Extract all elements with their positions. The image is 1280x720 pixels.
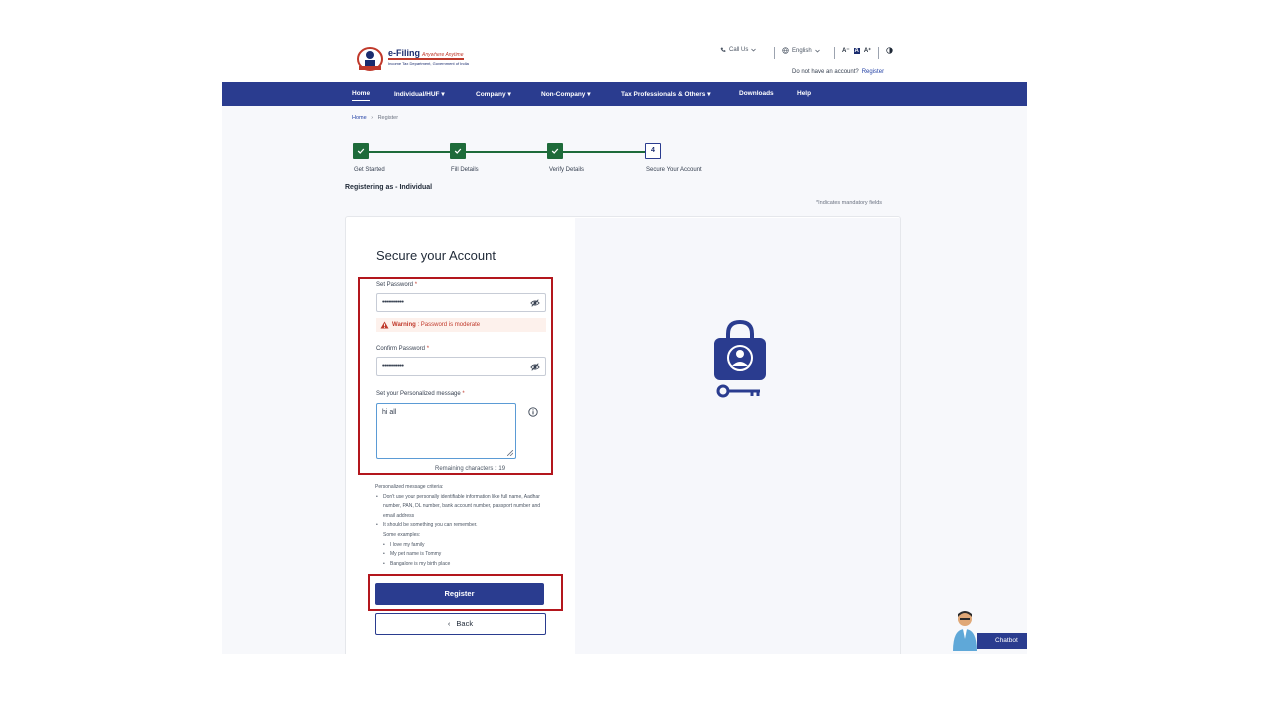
breadcrumb-home[interactable]: Home xyxy=(352,115,367,121)
divider xyxy=(834,47,835,59)
check-icon xyxy=(454,148,462,154)
section-title: Secure your Account xyxy=(376,248,496,263)
register-link[interactable]: Register xyxy=(862,69,884,75)
call-us-menu[interactable]: Call Us xyxy=(720,47,757,53)
efiling-logo[interactable]: e-Filing Anywhere Anytime Income Tax Depa… xyxy=(356,46,469,72)
call-us-label: Call Us xyxy=(729,47,749,53)
font-increase-button[interactable]: A⁺ xyxy=(864,47,872,54)
step-label: Secure Your Account xyxy=(646,167,702,173)
step-connector xyxy=(369,151,450,153)
criteria-title: Personalized message criteria: xyxy=(375,484,444,490)
step-connector xyxy=(563,151,645,153)
divider xyxy=(878,47,879,59)
language-menu[interactable]: English xyxy=(782,47,820,54)
registering-as: Registering as - Individual xyxy=(345,184,433,191)
contrast-icon xyxy=(886,47,893,54)
phone-icon xyxy=(720,47,726,52)
step-label: Fill Details xyxy=(451,167,479,173)
illustration-panel xyxy=(575,218,900,654)
emblem-icon xyxy=(357,47,383,71)
chevron-left-icon: ‹ xyxy=(447,619,451,628)
breadcrumb: Home › Register xyxy=(352,115,398,121)
highlight-form-fields xyxy=(358,277,553,475)
nav-downloads[interactable]: Downloads xyxy=(739,90,774,97)
top-header: e-Filing Anywhere Anytime Income Tax Depa… xyxy=(222,42,1027,82)
screenshot-area: e-Filing Anywhere Anytime Income Tax Depa… xyxy=(222,42,1027,654)
no-account-text: Do not have an account? xyxy=(792,69,859,75)
nav-company[interactable]: Company ▾ xyxy=(476,90,511,98)
chevron-down-icon: ▾ xyxy=(587,91,591,98)
font-decrease-button[interactable]: A⁻ xyxy=(842,47,850,54)
back-label: Back xyxy=(456,619,474,628)
breadcrumb-separator: › xyxy=(371,115,374,121)
nav-individual-huf[interactable]: Individual/HUF ▾ xyxy=(394,90,445,98)
chatbot-label: Chatbot xyxy=(977,633,1027,649)
nav-home[interactable]: Home xyxy=(352,90,371,101)
chevron-down-icon xyxy=(814,49,820,53)
example-item: I love my family xyxy=(375,541,547,551)
check-icon xyxy=(357,148,365,154)
check-icon xyxy=(551,148,559,154)
example-item: Bangalore is my birth place xyxy=(375,560,547,570)
criteria-rule: It should be something you can remember. xyxy=(375,521,547,531)
brand-underline xyxy=(388,58,464,60)
step-1-check xyxy=(353,143,369,159)
main-nav: Home Individual/HUF ▾ Company ▾ Non-Comp… xyxy=(222,82,1027,106)
step-2-check xyxy=(450,143,466,159)
examples-title: Some examples: xyxy=(383,531,421,538)
chatbot-avatar-icon xyxy=(953,611,977,651)
example-item: My pet name is Tommy xyxy=(375,550,547,560)
chevron-down-icon: ▾ xyxy=(507,91,511,98)
chatbot-launcher[interactable]: Chatbot xyxy=(949,609,1027,654)
step-connector xyxy=(466,151,547,153)
criteria-rule: Don't use your personally identifiable i… xyxy=(375,493,547,522)
font-size-controls: A⁻ A A⁺ xyxy=(842,47,871,54)
message-criteria: Personalized message criteria: Don't use… xyxy=(375,483,547,569)
step-4-current: 4 xyxy=(645,143,661,159)
nav-non-company[interactable]: Non-Company ▾ xyxy=(541,90,591,98)
language-label: English xyxy=(792,47,812,54)
step-label: Get Started xyxy=(354,167,385,173)
back-button[interactable]: ‹ Back xyxy=(375,613,546,635)
account-prompt: Do not have an account? Register xyxy=(792,69,884,75)
breadcrumb-current: Register xyxy=(377,115,399,121)
step-3-check xyxy=(547,143,563,159)
nav-help[interactable]: Help xyxy=(797,90,811,97)
nav-tax-professionals[interactable]: Tax Professionals & Others ▾ xyxy=(621,90,711,98)
step-label: Verify Details xyxy=(549,167,585,173)
chevron-down-icon xyxy=(751,48,757,52)
chevron-down-icon: ▾ xyxy=(707,91,711,98)
mandatory-note: *Indicates mandatory fields xyxy=(816,200,883,206)
contrast-toggle[interactable] xyxy=(886,47,893,54)
brand-name: e-Filing Anywhere Anytime xyxy=(388,48,464,58)
lock-key-icon xyxy=(714,319,766,398)
font-normal-button[interactable]: A xyxy=(853,47,860,54)
brand-subtitle: Income Tax Department, Government of Ind… xyxy=(388,61,469,66)
chevron-down-icon: ▾ xyxy=(441,91,445,98)
globe-icon xyxy=(782,47,789,54)
highlight-register-button xyxy=(368,574,563,611)
divider xyxy=(774,47,775,59)
